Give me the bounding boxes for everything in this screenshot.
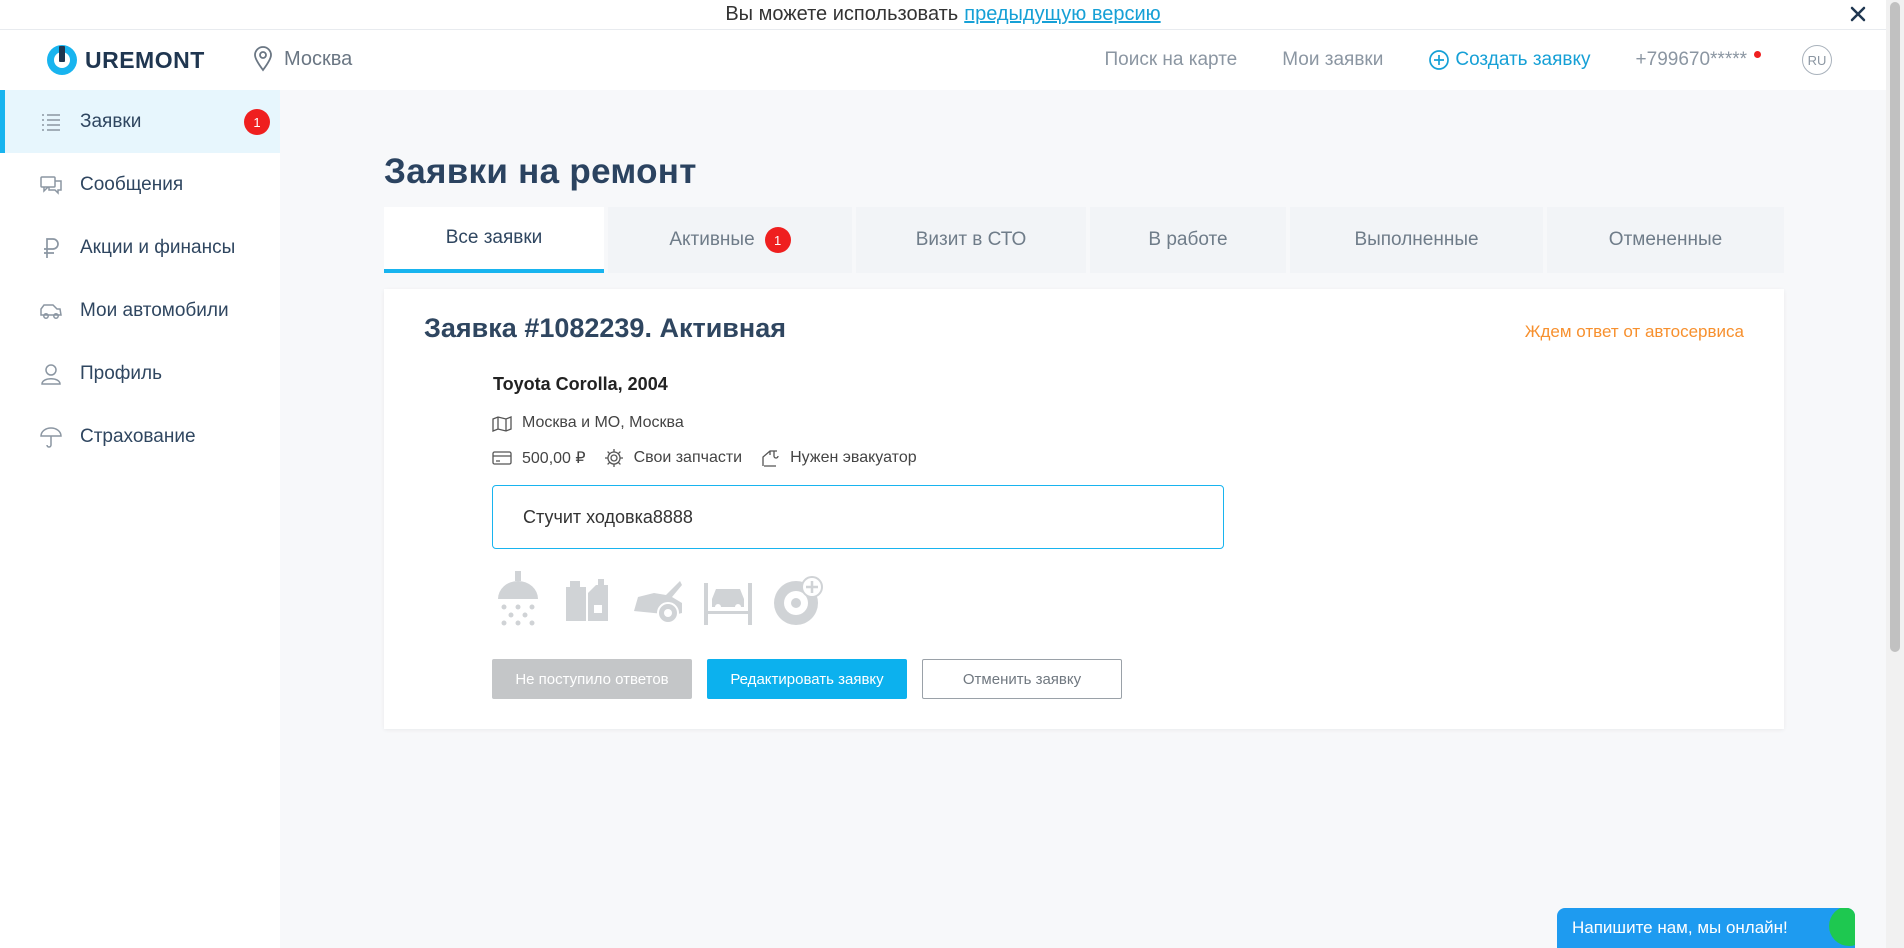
- sidebar-item-messages[interactable]: Сообщения: [0, 153, 280, 216]
- gear-icon: [604, 448, 624, 468]
- request-number: Заявка #1082239.: [424, 313, 652, 343]
- sidebar-item-label: Сообщения: [80, 173, 184, 195]
- location-text: Москва и МО, Москва: [522, 414, 684, 431]
- umbrella-icon: [40, 426, 62, 448]
- active-count-badge: 1: [764, 227, 791, 253]
- car-wash-icon: [492, 569, 544, 629]
- sidebar-item-cars[interactable]: Мои автомобили: [0, 279, 280, 342]
- card-icon: [492, 448, 512, 468]
- tab-all[interactable]: Все заявки: [384, 207, 604, 273]
- price-text: 500,00 ₽: [522, 450, 586, 467]
- sidebar-item-profile[interactable]: Профиль: [0, 342, 280, 405]
- details-row: 500,00 ₽ Свои запчасти Нужен эвакуатор: [492, 448, 935, 468]
- top-nav: Поиск на карте Мои заявки Создать заявку…: [1104, 30, 1886, 90]
- notification-dot: [1754, 51, 1761, 58]
- tow-truck-icon: [760, 448, 780, 468]
- tab-visit[interactable]: Визит в СТО: [856, 207, 1086, 273]
- create-request-button[interactable]: Создать заявку: [1428, 49, 1591, 71]
- edit-request-button[interactable]: Редактировать заявку: [707, 659, 907, 699]
- chat-label: Напишите нам, мы онлайн!: [1572, 918, 1788, 937]
- plus-circle-icon: [1428, 49, 1450, 71]
- status-text: Ждем ответ от автосервиса: [1524, 322, 1744, 341]
- parts-text: Свои запчасти: [633, 449, 743, 466]
- request-state: Активная: [659, 313, 786, 343]
- phone-menu[interactable]: +799670*****: [1635, 49, 1761, 71]
- tire-service-icon: [772, 569, 824, 629]
- sidebar-item-requests[interactable]: Заявки 1: [0, 90, 280, 153]
- sidebar-item-label: Акции и финансы: [80, 236, 236, 258]
- create-request-label: Создать заявку: [1455, 49, 1591, 70]
- tab-label: Визит в СТО: [915, 229, 1027, 250]
- sidebar-item-insurance[interactable]: Страхование: [0, 405, 280, 468]
- sidebar-item-label: Мои автомобили: [80, 299, 229, 321]
- tab-label: Выполненные: [1354, 229, 1479, 250]
- scrollbar-thumb[interactable]: [1890, 2, 1900, 652]
- previous-version-link[interactable]: предыдущую версию: [964, 3, 1160, 26]
- tab-active[interactable]: Активные 1: [608, 207, 852, 273]
- description-text: Стучит ходовка8888: [523, 506, 693, 527]
- tab-completed[interactable]: Выполненные: [1290, 207, 1543, 273]
- tow-text: Нужен эвакуатор: [790, 449, 917, 466]
- request-tabs: Все заявки Активные 1 Визит в СТО В рабо…: [384, 207, 1784, 273]
- sidebar: Заявки 1 Сообщения Акции и финансы Мои а…: [0, 90, 280, 948]
- my-requests-link[interactable]: Мои заявки: [1282, 49, 1383, 71]
- ruble-icon: [40, 237, 62, 259]
- online-indicator: [1829, 908, 1855, 946]
- lift-icon: [702, 569, 754, 629]
- car-name: Toyota Corolla, 2004: [493, 374, 668, 394]
- logo-text: UREMONT: [85, 46, 205, 73]
- tab-label: Все заявки: [445, 227, 543, 248]
- sidebar-item-label: Заявки: [80, 110, 142, 132]
- request-card: Заявка #1082239. Активная Ждем ответ от …: [384, 289, 1784, 729]
- language-switcher[interactable]: RU: [1802, 45, 1832, 75]
- tab-label: Активные: [669, 229, 755, 250]
- sidebar-item-label: Профиль: [80, 362, 163, 384]
- chat-widget[interactable]: Напишите нам, мы онлайн!: [1557, 908, 1855, 948]
- map-search-link[interactable]: Поиск на карте: [1104, 49, 1237, 71]
- requests-count-badge: 1: [244, 109, 270, 135]
- no-answers-button[interactable]: Не поступило ответов: [492, 659, 692, 699]
- engine-icon: [632, 569, 684, 629]
- top-banner: Вы можете использовать предыдущую версию: [0, 0, 1886, 30]
- map-icon: [492, 413, 512, 433]
- logo-mark-icon: [46, 44, 78, 76]
- phone-number: +799670*****: [1635, 49, 1747, 70]
- banner-text: Вы можете использовать: [725, 3, 959, 25]
- city-name: Москва: [284, 47, 353, 70]
- location-pin-icon: [252, 46, 274, 72]
- request-actions: Не поступило ответов Редактировать заявк…: [492, 659, 1137, 699]
- request-title: Заявка #1082239. Активная: [424, 313, 786, 344]
- sidebar-item-label: Страхование: [80, 425, 196, 447]
- messages-icon: [40, 174, 62, 196]
- list-icon: [40, 111, 62, 133]
- scrollbar[interactable]: [1886, 0, 1904, 948]
- oil-change-icon: [562, 569, 614, 629]
- tab-label: В работе: [1148, 229, 1228, 250]
- car-icon: [40, 300, 62, 322]
- tab-cancelled[interactable]: Отмененные: [1547, 207, 1784, 273]
- page-title: Заявки на ремонт: [384, 152, 697, 191]
- cancel-request-button[interactable]: Отменить заявку: [922, 659, 1122, 699]
- description-box: Стучит ходовка8888: [492, 485, 1224, 549]
- tab-label: Отмененные: [1608, 229, 1723, 250]
- location-row: Москва и МО, Москва: [492, 413, 702, 433]
- sidebar-item-finance[interactable]: Акции и финансы: [0, 216, 280, 279]
- city-selector[interactable]: Москва: [252, 46, 352, 72]
- header: UREMONT Москва Поиск на карте Мои заявки…: [0, 30, 1886, 90]
- tab-in-progress[interactable]: В работе: [1090, 207, 1286, 273]
- logo[interactable]: UREMONT: [46, 44, 205, 76]
- user-icon: [40, 363, 62, 385]
- service-icons: [492, 569, 842, 629]
- close-icon[interactable]: [1848, 4, 1868, 24]
